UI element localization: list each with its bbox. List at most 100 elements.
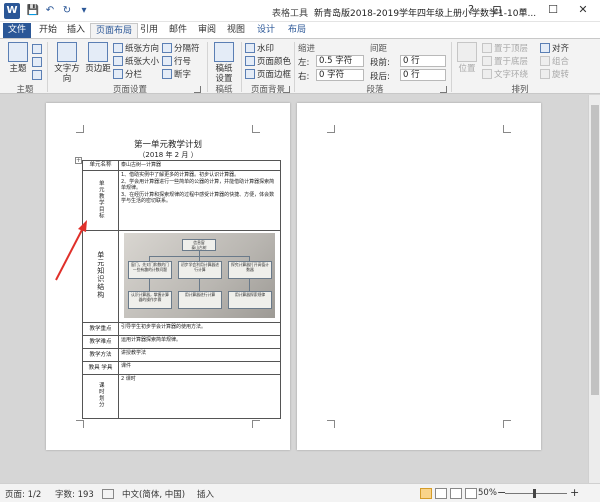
status-bar: 页面: 1/2 字数: 193 中文(简体, 中国) 插入 50% − + bbox=[0, 483, 600, 502]
objectives-label[interactable]: 单元教学目标 bbox=[82, 170, 119, 231]
teaching-plan-table[interactable]: 单元名称 泰山古树—计算器 单元教学目标 1、借助实例中了解更多的计算器。初步认… bbox=[82, 160, 281, 419]
watermark-icon bbox=[245, 43, 255, 53]
paper-size-icon bbox=[113, 56, 123, 66]
save-icon[interactable]: 💾 bbox=[26, 4, 40, 18]
page-setup-launcher-icon[interactable] bbox=[194, 86, 201, 93]
indent-right-field[interactable]: 0 字符 bbox=[316, 69, 364, 81]
indent-left-field[interactable]: 0.5 字符 bbox=[316, 55, 364, 67]
undo-icon[interactable]: ↶ bbox=[43, 4, 57, 18]
group-label-arrange: 排列 bbox=[511, 85, 529, 95]
page-background-launcher-icon[interactable] bbox=[283, 86, 290, 93]
focus-label[interactable]: 教学重点 bbox=[82, 322, 119, 336]
position-icon bbox=[457, 42, 477, 62]
page-color-icon bbox=[245, 56, 255, 66]
paper-size-button[interactable]: 纸张大小 bbox=[113, 55, 159, 67]
watermark-button[interactable]: 水印 bbox=[245, 42, 274, 54]
print-layout-view-icon[interactable] bbox=[420, 488, 432, 499]
margins-button[interactable]: 页边距 bbox=[84, 42, 112, 74]
minimize-button[interactable]: ─ bbox=[508, 0, 538, 22]
teaching-aids-label[interactable]: 教具 学具 bbox=[82, 361, 119, 375]
tab-view[interactable]: 视图 bbox=[222, 23, 250, 38]
structure-cell[interactable]: 信息窗 泰山古树 窗门，先对门和数的门一些有趣的计数问题 初步学会利用计算器进行… bbox=[118, 230, 281, 323]
redo-icon[interactable]: ↻ bbox=[60, 4, 74, 18]
tab-page-layout[interactable]: 页面布局 bbox=[90, 23, 139, 38]
draft-paper-button[interactable]: 稿纸 设置 bbox=[210, 42, 238, 84]
page-borders-button[interactable]: 页面边框 bbox=[245, 68, 291, 80]
group-button[interactable]: 组合 bbox=[540, 55, 569, 67]
difficulty-value[interactable]: 运用计算器探索简单规律。 bbox=[118, 335, 281, 349]
tab-insert[interactable]: 插入 bbox=[62, 23, 90, 38]
vertical-scrollbar[interactable] bbox=[588, 95, 600, 483]
page-count-status[interactable]: 页面: 1/2 bbox=[5, 488, 41, 500]
bring-forward-button[interactable]: 置于顶层 bbox=[482, 42, 528, 54]
space-before-field[interactable]: 0 行 bbox=[400, 55, 446, 67]
full-screen-reading-view-icon[interactable] bbox=[435, 488, 447, 499]
align-button[interactable]: 对齐 bbox=[540, 42, 569, 54]
table-move-handle-icon[interactable]: + bbox=[75, 157, 82, 164]
send-backward-button[interactable]: 置于底层 bbox=[482, 55, 528, 67]
close-button[interactable]: ✕ bbox=[568, 0, 598, 22]
method-value[interactable]: 讲授教学法 bbox=[118, 348, 281, 362]
theme-effects-icon bbox=[32, 70, 42, 80]
title-bar: W 💾 ↶ ↻ ▾ 表格工具 新青岛版2018-2019学年四年级上册小学数学1… bbox=[0, 0, 600, 22]
objective-item: 2、学会用计算器进行一些简单的公器的计算，并能借助计算器探索简单规律。 bbox=[121, 178, 275, 192]
unit-name-label[interactable]: 单元名称 bbox=[82, 160, 119, 171]
zoom-level[interactable]: 50% bbox=[478, 488, 497, 498]
tab-table-layout[interactable]: 布局 bbox=[283, 23, 311, 38]
word-app-icon[interactable]: W bbox=[4, 3, 20, 19]
outline-view-icon[interactable] bbox=[465, 488, 477, 499]
space-after-field[interactable]: 0 行 bbox=[400, 69, 446, 81]
orientation-button[interactable]: 纸张方向 bbox=[113, 42, 159, 54]
structure-label[interactable]: 单元知识结构 bbox=[82, 230, 119, 323]
theme-colors-button[interactable] bbox=[32, 44, 42, 54]
knowledge-structure-photo[interactable]: 信息窗 泰山古树 窗门，先对门和数的门一些有趣的计数问题 初步学会利用计算器进行… bbox=[124, 233, 275, 318]
tab-home[interactable]: 开始 bbox=[34, 23, 62, 38]
tab-table-design[interactable]: 设计 bbox=[252, 23, 280, 38]
zoom-in-button[interactable]: + bbox=[570, 486, 579, 499]
breaks-button[interactable]: 分隔符 bbox=[162, 42, 200, 54]
unit-name-value[interactable]: 泰山古树—计算器 bbox=[118, 160, 281, 171]
group-label-page-setup: 页面设置 bbox=[112, 85, 147, 95]
theme-effects-button[interactable] bbox=[32, 70, 42, 80]
web-layout-view-icon[interactable] bbox=[450, 488, 462, 499]
zoom-slider-track[interactable] bbox=[505, 493, 567, 494]
themes-button[interactable]: 主题 bbox=[3, 42, 33, 74]
teaching-aids-value[interactable]: 课件 bbox=[118, 361, 281, 375]
wrap-text-button[interactable]: 文字环绕 bbox=[482, 68, 528, 80]
theme-fonts-button[interactable] bbox=[32, 57, 42, 67]
hours-label[interactable]: 课时划分 bbox=[82, 374, 119, 419]
proofing-icon[interactable] bbox=[102, 489, 114, 499]
hyphenation-button[interactable]: 断字 bbox=[162, 68, 191, 80]
difficulty-label[interactable]: 教学难点 bbox=[82, 335, 119, 349]
paragraph-launcher-icon[interactable] bbox=[440, 86, 447, 93]
tab-references[interactable]: 引用 bbox=[135, 23, 163, 38]
customize-qat-icon[interactable]: ▾ bbox=[77, 4, 91, 18]
focus-value[interactable]: 引导学生初步学会计算器的使用方法。 bbox=[118, 322, 281, 336]
draft-paper-icon bbox=[214, 42, 234, 62]
columns-button[interactable]: 分栏 bbox=[113, 68, 142, 80]
tab-file[interactable]: 文件 bbox=[3, 23, 32, 38]
language-status[interactable]: 中文(简体, 中国) bbox=[122, 488, 185, 500]
scrollbar-thumb[interactable] bbox=[591, 105, 599, 395]
line-numbers-button[interactable]: 行号 bbox=[162, 55, 191, 67]
page-color-button[interactable]: 页面颜色 bbox=[245, 55, 291, 67]
crop-mark bbox=[327, 125, 335, 133]
zoom-slider-thumb[interactable] bbox=[533, 489, 536, 498]
word-count-status[interactable]: 字数: 193 bbox=[55, 488, 94, 500]
rotate-button[interactable]: 旋转 bbox=[540, 68, 569, 80]
diagram-mid-box: 窗门，先对门和数的门一些有趣的计数问题 bbox=[128, 261, 172, 279]
diagram-root-box: 信息窗 泰山古树 bbox=[182, 239, 216, 251]
method-label[interactable]: 教学方法 bbox=[82, 348, 119, 362]
hours-value[interactable]: 2 课时 bbox=[118, 374, 281, 419]
tab-mailings[interactable]: 邮件 bbox=[164, 23, 192, 38]
bring-forward-icon bbox=[482, 43, 492, 53]
tab-review[interactable]: 审阅 bbox=[193, 23, 221, 38]
insert-mode-status[interactable]: 插入 bbox=[197, 488, 214, 500]
quick-access-toolbar: 💾 ↶ ↻ ▾ bbox=[26, 4, 91, 18]
position-button[interactable]: 位置 bbox=[454, 42, 480, 74]
maximize-button[interactable]: ☐ bbox=[538, 0, 568, 22]
document-date[interactable]: （2018 年 2 月 ） bbox=[46, 150, 290, 160]
text-direction-button[interactable]: 文字方向 bbox=[51, 42, 83, 84]
document-heading[interactable]: 第一单元教学计划 bbox=[46, 138, 290, 150]
objectives-cell[interactable]: 1、借助实例中了解更多的计算器。初步认识计算器。 2、学会用计算器进行一些简单的… bbox=[118, 170, 281, 231]
